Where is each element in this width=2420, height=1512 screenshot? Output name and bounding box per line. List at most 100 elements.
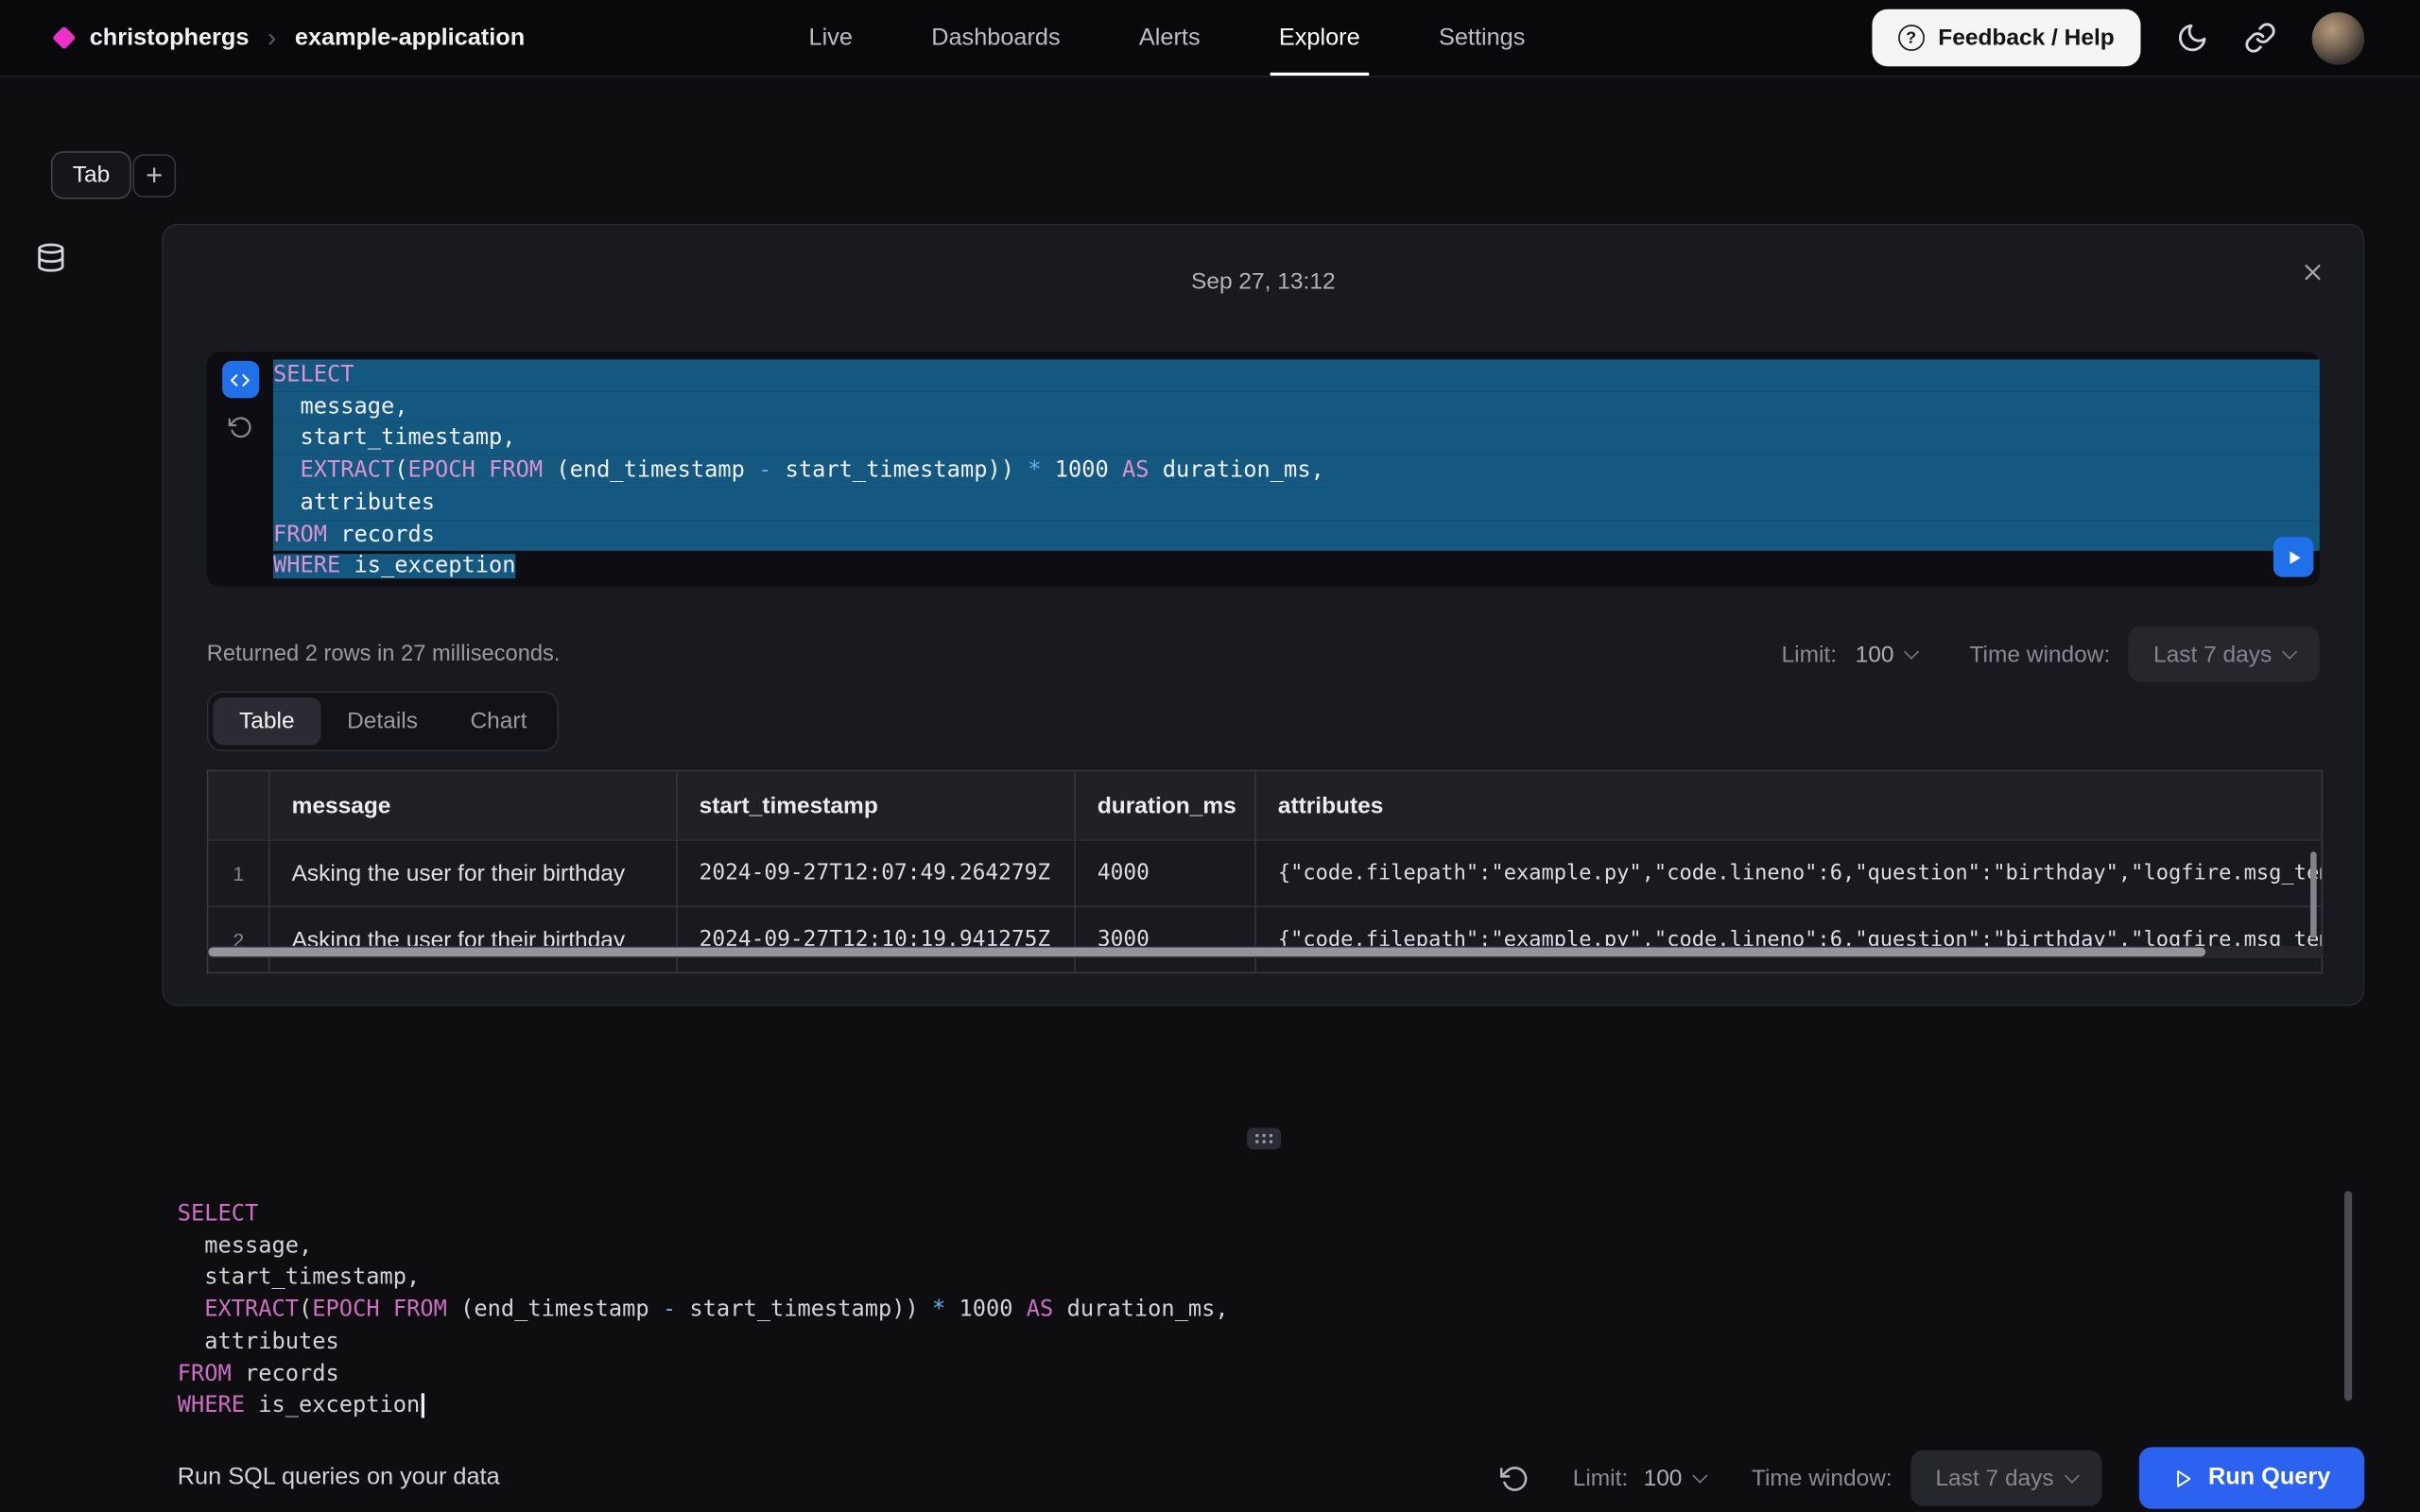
editor-sql-text[interactable]: SELECT message, start_timestamp, EXTRACT…	[162, 1188, 2364, 1422]
result-status: Returned 2 rows in 27 milliseconds.	[207, 642, 561, 666]
tab-table[interactable]: Table	[213, 697, 320, 746]
history-icon[interactable]	[1500, 1464, 1530, 1493]
nav-item-dashboards[interactable]: Dashboards	[931, 0, 1060, 76]
feedback-help-label: Feedback / Help	[1938, 25, 2114, 51]
nav-item-live[interactable]: Live	[809, 0, 853, 76]
tab-button[interactable]: Tab	[51, 151, 131, 199]
sql-line: WHERE is_exception	[178, 1390, 2364, 1422]
query-result-card: Sep 27, 13:12 SELECT message, start_time…	[162, 224, 2364, 1006]
navbar-actions: ? Feedback / Help	[1872, 0, 2364, 76]
cell-message: Asking the user for their birthday	[270, 841, 678, 906]
header-row-number	[208, 771, 269, 839]
cell-attributes: {"code.filepath":"example.py","code.line…	[1256, 907, 2322, 972]
sql-line: SELECT	[273, 359, 2320, 391]
chevron-down-icon	[2282, 644, 2297, 659]
question-circle-icon: ?	[1898, 25, 1925, 51]
sql-line: EXTRACT(EPOCH FROM (end_timestamp - star…	[178, 1295, 2364, 1327]
text-caret	[422, 1394, 424, 1418]
result-status-row: Returned 2 rows in 27 milliseconds. Limi…	[207, 625, 2320, 683]
close-icon[interactable]	[2300, 259, 2326, 285]
sql-line: message,	[273, 391, 2320, 423]
header-start-timestamp: start_timestamp	[678, 771, 1076, 839]
table-horizontal-scrollbar-thumb[interactable]	[208, 947, 2205, 956]
footer-controls: Limit: 100 Time window: Last 7 days Run …	[1500, 1447, 2364, 1508]
view-tabs: Table Details Chart	[207, 691, 560, 751]
editor-hint: Run SQL queries on your data	[178, 1464, 500, 1491]
footer-limit-select[interactable]: 100	[1644, 1465, 1705, 1491]
play-icon	[2172, 1468, 2192, 1487]
footer-limit-label: Limit:	[1573, 1465, 1629, 1491]
sql-line: start_timestamp,	[178, 1263, 2364, 1295]
breadcrumb-separator: ›	[268, 23, 276, 54]
breadcrumb-org[interactable]: christophergs	[90, 24, 250, 51]
executed-sql-text[interactable]: SELECT message, start_timestamp, EXTRACT…	[273, 352, 2320, 586]
query-gutter	[207, 352, 273, 586]
link-icon[interactable]	[2244, 22, 2276, 54]
database-icon[interactable]	[36, 242, 67, 273]
header-attributes: attributes	[1256, 771, 2322, 839]
sql-line: message,	[178, 1230, 2364, 1263]
result-timestamp: Sep 27, 13:12	[164, 268, 2363, 295]
sql-line: start_timestamp,	[273, 423, 2320, 455]
page: christophergs › example-application Live…	[0, 0, 2420, 1512]
logo-diamond-icon[interactable]	[52, 26, 76, 49]
limit-label: Limit:	[1782, 641, 1838, 667]
cell-start-timestamp: 2024-09-27T12:07:49.264279Z	[678, 841, 1076, 906]
run-query-label: Run Query	[2208, 1464, 2330, 1491]
tab-details[interactable]: Details	[320, 697, 443, 746]
breadcrumb: christophergs › example-application	[56, 0, 525, 76]
play-icon[interactable]	[2273, 537, 2313, 576]
table-row[interactable]: 2Asking the user for their birthday2024-…	[208, 905, 2321, 971]
grip-icon	[1253, 1131, 1275, 1146]
table-horizontal-scrollbar	[207, 946, 2323, 958]
cell-message: Asking the user for their birthday	[270, 907, 678, 972]
sql-line: FROM records	[273, 519, 2320, 551]
table-row[interactable]: 1Asking the user for their birthday2024-…	[208, 839, 2321, 905]
cell-row-number: 1	[208, 841, 269, 906]
add-tab-button[interactable]: +	[132, 154, 176, 198]
cell-row-number: 2	[208, 907, 269, 972]
footer-bar: Run SQL queries on your data Limit: 100 …	[0, 1444, 2420, 1512]
footer-time-window-select[interactable]: Last 7 days	[1910, 1451, 2101, 1506]
limit-select[interactable]: 100	[1856, 641, 1917, 667]
time-window-label: Time window:	[1969, 641, 2110, 667]
primary-nav: Live Dashboards Alerts Explore Settings	[809, 0, 1526, 76]
sql-line: FROM records	[178, 1359, 2364, 1391]
nav-item-settings[interactable]: Settings	[1439, 0, 1525, 76]
sql-line: EXTRACT(EPOCH FROM (end_timestamp - star…	[273, 455, 2320, 488]
table-vertical-scrollbar[interactable]	[2310, 851, 2317, 937]
nav-item-alerts[interactable]: Alerts	[1139, 0, 1201, 76]
editor-vertical-scrollbar[interactable]	[2344, 1191, 2352, 1400]
chevron-down-icon	[2064, 1468, 2079, 1483]
sql-line: attributes	[273, 488, 2320, 520]
moon-icon[interactable]	[2176, 22, 2208, 54]
cell-duration-ms: 4000	[1076, 841, 1256, 906]
chevron-down-icon	[1692, 1468, 1707, 1483]
cell-start-timestamp: 2024-09-27T12:10:19.941275Z	[678, 907, 1076, 972]
history-icon[interactable]	[228, 415, 252, 439]
run-query-button[interactable]: Run Query	[2138, 1447, 2364, 1508]
tab-chart[interactable]: Chart	[444, 697, 553, 746]
breadcrumb-project[interactable]: example-application	[295, 24, 525, 51]
code-icon[interactable]	[221, 361, 258, 398]
sql-line: WHERE is_exception	[273, 551, 2320, 583]
sql-line: SELECT	[178, 1199, 2364, 1231]
nav-item-explore[interactable]: Explore	[1279, 0, 1360, 76]
feedback-help-button[interactable]: ? Feedback / Help	[1872, 9, 2140, 66]
top-navbar: christophergs › example-application Live…	[0, 0, 2420, 77]
sql-line: attributes	[178, 1327, 2364, 1359]
executed-query-block: SELECT message, start_timestamp, EXTRACT…	[207, 352, 2320, 586]
splitter-handle[interactable]	[1247, 1127, 1281, 1149]
chevron-down-icon	[1904, 644, 1919, 659]
sql-editor[interactable]: SELECT message, start_timestamp, EXTRACT…	[162, 1188, 2364, 1444]
cell-duration-ms: 3000	[1076, 907, 1256, 972]
header-duration-ms: duration_ms	[1076, 771, 1256, 839]
footer-time-window-label: Time window:	[1752, 1465, 1893, 1491]
header-message: message	[270, 771, 678, 839]
result-controls: Limit: 100 Time window: Last 7 days	[1782, 627, 2320, 682]
table-header-row: message start_timestamp duration_ms attr…	[208, 771, 2321, 839]
results-table: message start_timestamp duration_ms attr…	[207, 770, 2323, 974]
left-sidebar	[36, 242, 67, 273]
time-window-select[interactable]: Last 7 days	[2129, 627, 2320, 682]
avatar[interactable]	[2312, 11, 2365, 64]
